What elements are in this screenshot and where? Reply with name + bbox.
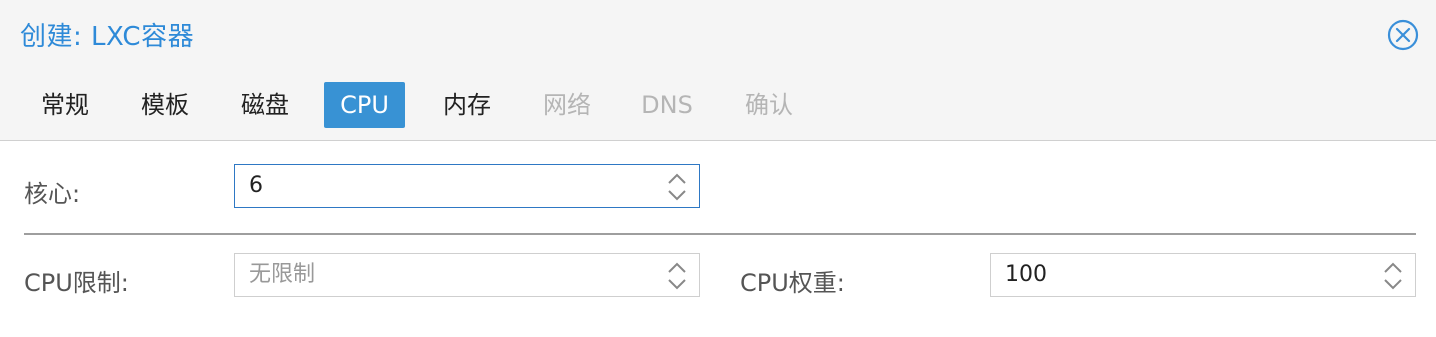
tab-cpu[interactable]: CPU: [324, 82, 405, 128]
cpu-limit-stepper[interactable]: 无限制: [234, 253, 700, 297]
tab-disks[interactable]: 磁盘: [226, 82, 304, 128]
wizard-tabs: 常规 模板 磁盘 CPU 内存 网络 DNS 确认: [0, 82, 1436, 128]
cpu-weight-value[interactable]: 100: [1005, 254, 1047, 296]
cpu-weight-label: CPU权重:: [740, 269, 845, 297]
lxc-create-dialog: 创建: LXC容器 常规 模板 磁盘 CPU 内存 网络 DNS 确认 核心: …: [0, 0, 1436, 337]
tab-dns: DNS: [641, 91, 693, 119]
cores-stepper[interactable]: 6: [234, 164, 700, 208]
cpu-weight-stepper[interactable]: 100: [990, 253, 1416, 297]
tab-template[interactable]: 模板: [126, 82, 204, 128]
cores-value[interactable]: 6: [249, 165, 263, 207]
spinner-icon[interactable]: [1381, 260, 1405, 292]
tab-network: 网络: [543, 91, 591, 119]
tab-confirm: 确认: [745, 91, 793, 119]
dialog-titlebar: 创建: LXC容器: [0, 0, 1436, 70]
cores-label: 核心:: [24, 180, 81, 208]
section-divider: [24, 233, 1416, 235]
spinner-icon[interactable]: [665, 260, 689, 292]
tab-general[interactable]: 常规: [26, 82, 104, 128]
cpu-limit-label: CPU限制:: [24, 269, 129, 297]
close-icon[interactable]: [1387, 19, 1419, 51]
cpu-settings-panel: 核心: 6 CPU限制: 无限制 CPU权重: 100: [0, 140, 1436, 337]
spinner-icon[interactable]: [665, 171, 689, 203]
tab-memory[interactable]: 内存: [428, 82, 506, 128]
dialog-title: 创建: LXC容器: [20, 22, 195, 52]
cpu-limit-placeholder[interactable]: 无限制: [249, 254, 315, 296]
